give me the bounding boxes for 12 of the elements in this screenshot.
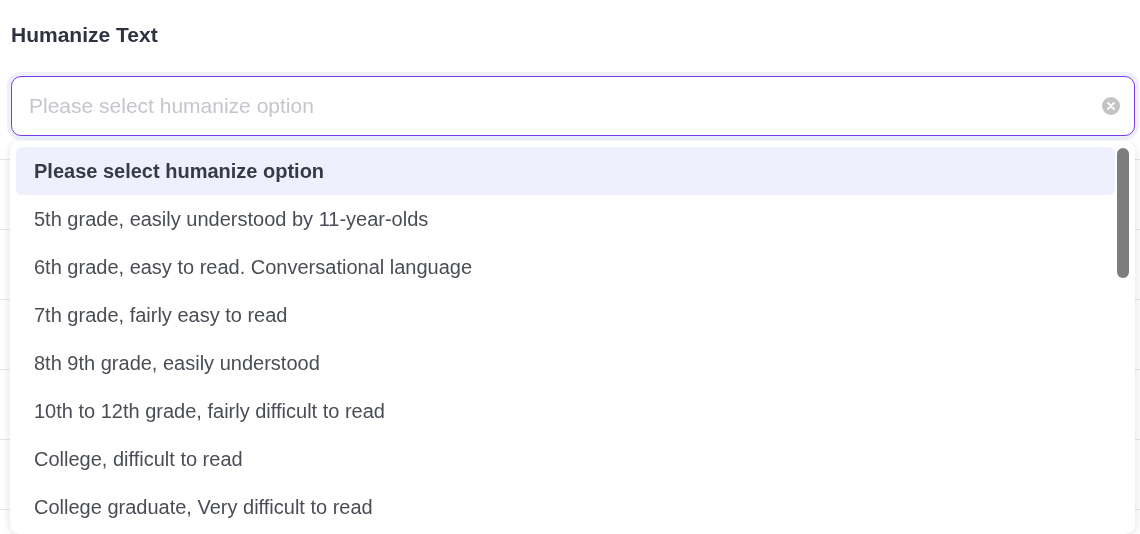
dropdown-option[interactable]: 6th grade, easy to read. Conversational language bbox=[16, 243, 1115, 291]
dropdown-option[interactable]: College, difficult to read bbox=[16, 435, 1115, 483]
dropdown-option[interactable]: 5th grade, easily understood by 11-year-olds bbox=[16, 195, 1115, 243]
dropdown-option[interactable]: College graduate, Very difficult to read bbox=[16, 483, 1115, 531]
dropdown-option[interactable]: Please select humanize option bbox=[16, 147, 1115, 195]
scrollbar-thumb[interactable] bbox=[1117, 148, 1129, 278]
clear-icon[interactable] bbox=[1102, 97, 1120, 115]
dropdown-option[interactable]: 8th 9th grade, easily understood bbox=[16, 339, 1115, 387]
select-field[interactable]: Please select humanize option bbox=[11, 76, 1135, 136]
dropdown-option[interactable]: 10th to 12th grade, fairly difficult to read bbox=[16, 387, 1115, 435]
section-title: Humanize Text bbox=[11, 22, 158, 48]
dropdown-option[interactable]: 7th grade, fairly easy to read bbox=[16, 291, 1115, 339]
